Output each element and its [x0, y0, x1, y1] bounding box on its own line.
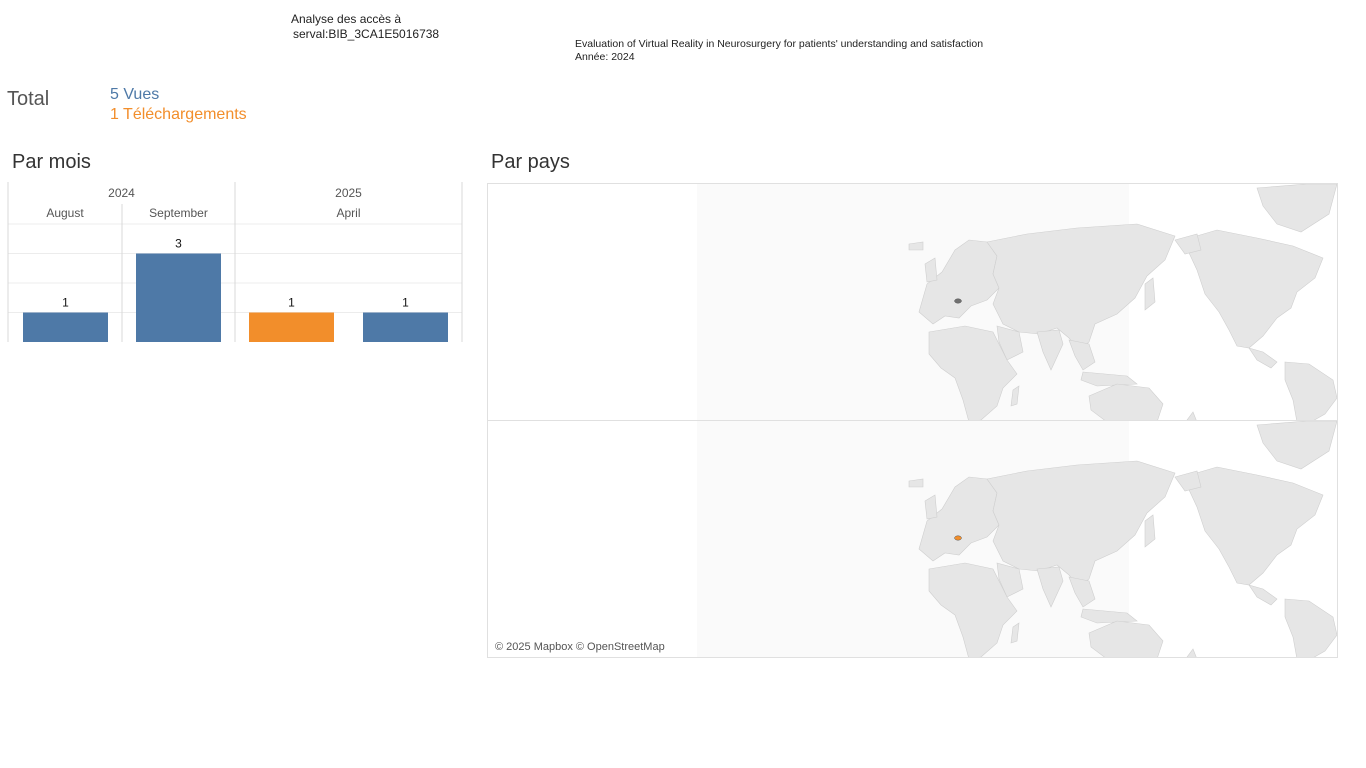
landmass-japan	[1144, 277, 1156, 311]
bar-april	[249, 312, 334, 342]
landmass-northam	[1182, 466, 1324, 586]
bar-value-label: 1	[288, 296, 295, 310]
year-header: 2025	[335, 186, 362, 200]
by-month-title: Par mois	[12, 151, 91, 173]
map-land-group	[697, 421, 1337, 657]
downloads-country-map[interactable]	[487, 420, 1338, 658]
header-record-id: serval:BIB_3CA1E5016738	[293, 27, 440, 41]
bar-value-label: 3	[175, 237, 182, 251]
landmass-japan	[1144, 514, 1156, 548]
map-attribution: © 2025 Mapbox © OpenStreetMap	[495, 641, 665, 653]
country-switzerland	[954, 298, 962, 304]
bar-value-label: 1	[62, 296, 69, 310]
landmass-nz	[1186, 648, 1197, 657]
month-header: August	[46, 206, 84, 220]
total-views: 5 Vues	[110, 86, 160, 103]
landmass-alaska	[1174, 233, 1202, 255]
views-country-map[interactable]	[487, 183, 1338, 421]
total-downloads: 1 Téléchargements	[110, 106, 247, 123]
by-country-title: Par pays	[491, 151, 570, 173]
bar-value-label: 1	[402, 296, 409, 310]
views-world-map	[697, 184, 1337, 420]
header-line-1: Analyse des accès à	[291, 12, 402, 26]
month-header: September	[149, 206, 208, 220]
bar-august	[23, 312, 108, 342]
downloads-world-map	[697, 421, 1337, 657]
landmass-centralam	[1248, 347, 1278, 369]
document-title: Evaluation of Virtual Reality in Neurosu…	[575, 38, 984, 50]
landmass-southam	[1284, 361, 1337, 420]
landmass-greenland	[1256, 421, 1337, 470]
total-label: Total	[7, 88, 50, 110]
country-switzerland	[954, 535, 962, 541]
year-header: 2024	[108, 186, 135, 200]
analysis-header: Analyse des accès à serval:BIB_3CA1E5016…	[291, 12, 439, 42]
landmass-greenland	[1256, 184, 1337, 233]
document-header: Evaluation of Virtual Reality in Neurosu…	[575, 38, 983, 64]
bar-september	[136, 253, 221, 342]
document-year: Année: 2024	[575, 51, 635, 63]
month-header: April	[336, 206, 360, 220]
map-land-group	[697, 184, 1337, 420]
landmass-southam	[1284, 598, 1337, 657]
landmass-centralam	[1248, 584, 1278, 606]
monthly-bar-chart: 2024 2025 August September April 1 3 1 1	[7, 182, 463, 342]
landmass-northam	[1182, 229, 1324, 349]
bar-april	[363, 312, 448, 342]
landmass-alaska	[1174, 470, 1202, 492]
